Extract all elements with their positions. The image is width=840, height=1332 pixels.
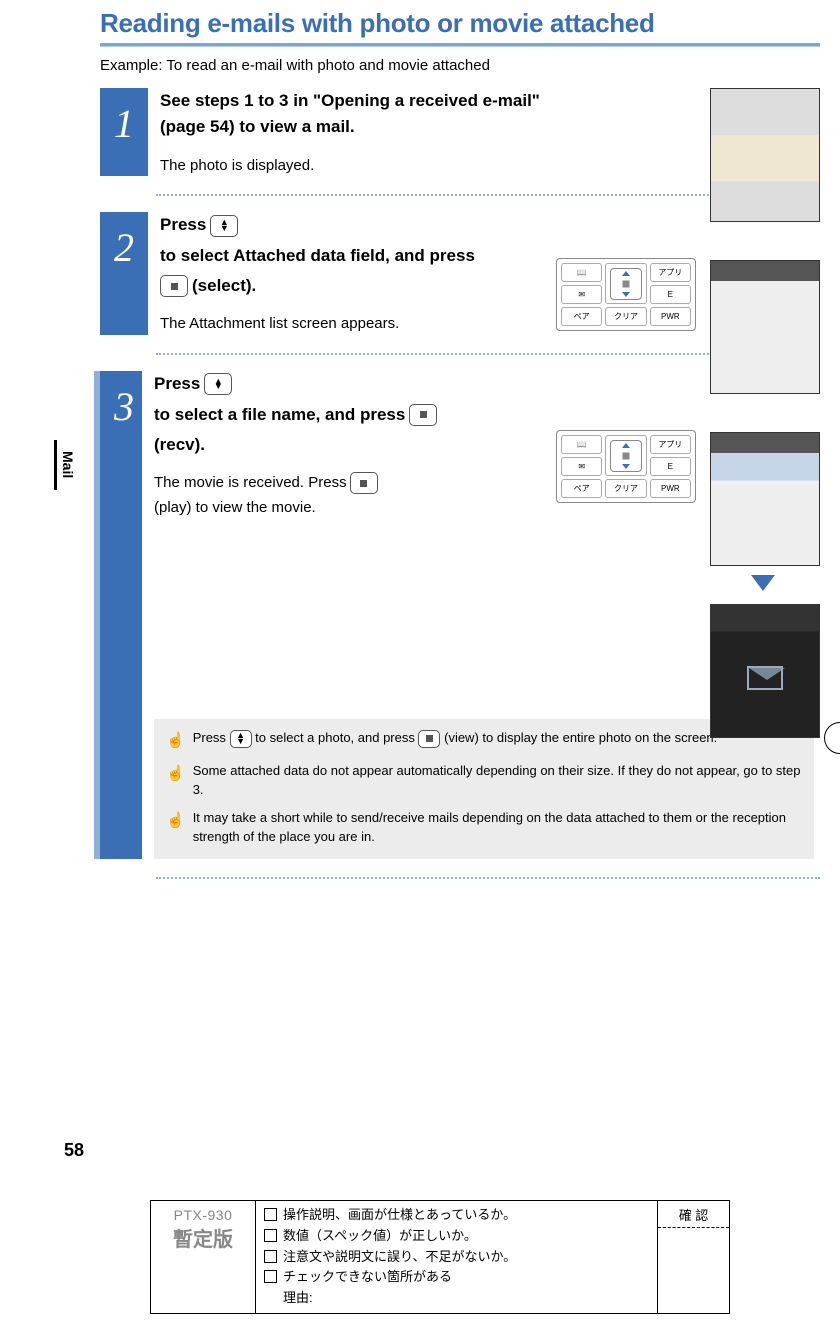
- side-tab-mail: Mail: [54, 440, 76, 490]
- text: ペア: [574, 311, 590, 322]
- keypad-mail-key: ✉: [561, 457, 602, 476]
- tip-2-text: Some attached data do not appear automat…: [193, 762, 802, 800]
- tip-hand-icon: ☝: [166, 763, 185, 785]
- step-number: 2: [100, 212, 148, 335]
- text: PWR: [661, 312, 680, 321]
- keypad-illustration: 📖 アプリ ✉ E ペア クリア PWR: [556, 258, 696, 331]
- step-3-desc: The movie is received. Press (play) to v…: [154, 472, 474, 519]
- footer-checklist: 操作説明、画面が仕様とあっているか。 数値（スペック値）が正しいか。 注意文や説…: [256, 1201, 657, 1313]
- tip-hand-icon: ☝: [166, 810, 185, 832]
- phone-screenshot-attachment-list: [710, 260, 820, 394]
- nav-updown-key-icon: ▲▼: [204, 373, 232, 395]
- separator: [156, 877, 820, 879]
- step-1-heading: See steps 1 to 3 in "Opening a received …: [160, 88, 550, 141]
- tips-box: ☝ Press ▲▼ to select a photo, and press …: [154, 719, 814, 859]
- step-number: 3: [94, 371, 142, 859]
- phone-screenshot-receiving: [710, 604, 820, 738]
- text: to select Attached data field, and press: [160, 243, 475, 269]
- keypad-ez-key: E: [650, 457, 691, 476]
- text: Press: [193, 730, 230, 745]
- keypad-pair-key: ペア: [561, 307, 602, 326]
- nav-updown-key-icon: ▲▼: [210, 215, 238, 237]
- text: (play) to view the movie.: [154, 497, 316, 519]
- center-select-key-icon: [409, 404, 437, 426]
- keypad-appli-key: アプリ: [650, 435, 691, 454]
- check-item-1: 操作説明、画面が仕様とあっているか。: [283, 1207, 516, 1222]
- step-2-heading: Press ▲▼ to select Attached data field, …: [160, 212, 480, 299]
- keypad-pair-key: ペア: [561, 479, 602, 498]
- text: PWR: [661, 484, 680, 493]
- tip-row: ☝ Press ▲▼ to select a photo, and press …: [166, 729, 802, 752]
- tip-hand-icon: ☝: [166, 730, 185, 752]
- text: Press: [160, 212, 206, 238]
- keypad-ez-key: E: [650, 285, 691, 304]
- keypad-illustration: 📖 アプリ ✉ E ペア クリア PWR: [556, 430, 696, 503]
- footer-confirm-label: 確 認: [658, 1205, 729, 1228]
- checkbox-icon[interactable]: [264, 1208, 277, 1221]
- checkbox-icon[interactable]: [264, 1270, 277, 1283]
- text: (recv).: [154, 432, 205, 458]
- example-line: Example: To read an e-mail with photo an…: [100, 57, 820, 74]
- center-select-key-icon: [350, 472, 378, 494]
- keypad-clear-key: クリア: [605, 479, 646, 498]
- keypad-mail-key: ✉: [561, 285, 602, 304]
- text: (view) to display the entire photo on th…: [444, 730, 717, 745]
- keypad-appli-key: アプリ: [650, 263, 691, 282]
- center-select-key-icon: [160, 275, 188, 297]
- text: Press: [154, 371, 200, 397]
- tip-row: ☝ Some attached data do not appear autom…: [166, 762, 802, 800]
- step-1-head-text: See steps 1 to 3 in "Opening a received …: [160, 88, 550, 141]
- check-item-3: 注意文や説明文に誤り、不足がないか。: [283, 1249, 516, 1264]
- step-3-heading: Press ▲▼ to select a file name, and pres…: [154, 371, 474, 458]
- keypad-clear-key: クリア: [605, 307, 646, 326]
- tip-row: ☝ It may take a short while to send/rece…: [166, 809, 802, 847]
- check-item-4-reason: 理由:: [283, 1290, 313, 1305]
- arrow-down-icon: [751, 575, 775, 591]
- text: to select a photo, and press: [255, 730, 418, 745]
- text: to select a file name, and press: [154, 402, 405, 428]
- checkbox-icon[interactable]: [264, 1250, 277, 1263]
- checkbox-icon[interactable]: [264, 1229, 277, 1242]
- footer-model-box: PTX-930 暫定版: [151, 1201, 256, 1313]
- footer-model: PTX-930: [157, 1207, 249, 1223]
- nav-updown-key-icon: ▲▼: [230, 730, 252, 748]
- check-item-2: 数値（スペック値）が正しいか。: [283, 1228, 477, 1243]
- center-select-key-icon: [418, 730, 440, 748]
- keypad-pwr-key: PWR: [650, 479, 691, 498]
- keypad-dpad: [605, 435, 646, 476]
- keypad-book-key: 📖: [561, 263, 602, 282]
- keypad-dpad: [605, 263, 646, 304]
- page-content: Reading e-mails with photo or movie atta…: [100, 0, 820, 895]
- review-footer: PTX-930 暫定版 操作説明、画面が仕様とあっているか。 数値（スペック値）…: [150, 1200, 730, 1314]
- text: The movie is received. Press: [154, 472, 347, 494]
- phone-screenshot-mail-photo: [710, 88, 820, 222]
- footer-provisional: 暫定版: [157, 1223, 249, 1252]
- step-number: 1: [100, 88, 148, 176]
- text: (select).: [192, 273, 256, 299]
- phone-screenshot-file-select: [710, 432, 820, 566]
- binder-hole-icon: [824, 722, 840, 754]
- tip-3-text: It may take a short while to send/receiv…: [193, 809, 802, 847]
- footer-confirm-box: 確 認: [657, 1201, 729, 1313]
- keypad-book-key: 📖: [561, 435, 602, 454]
- check-item-4: チェックできない箇所がある: [283, 1269, 452, 1284]
- page-number: 58: [64, 1140, 84, 1161]
- keypad-pwr-key: PWR: [650, 307, 691, 326]
- text: ペア: [574, 483, 590, 494]
- page-title: Reading e-mails with photo or movie atta…: [100, 0, 820, 46]
